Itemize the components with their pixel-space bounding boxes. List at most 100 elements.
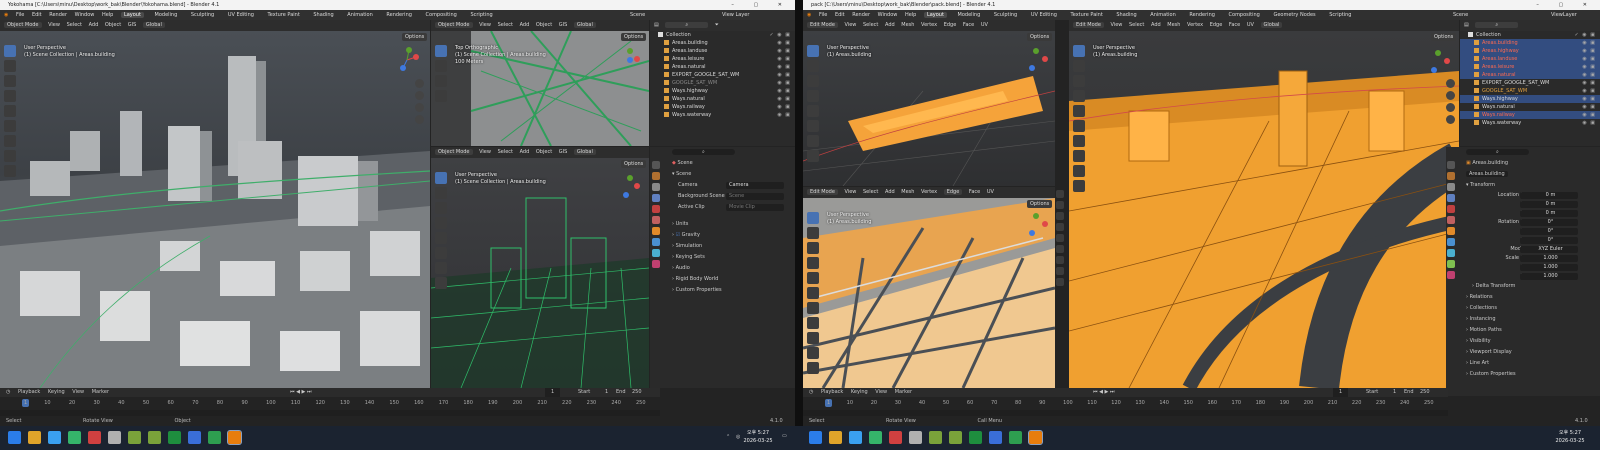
transform-row[interactable]: Mode XYZ Euler <box>1458 245 1600 254</box>
scene-selector[interactable]: Scene <box>1453 10 1468 20</box>
menu-object[interactable]: Object <box>536 149 552 155</box>
select-box-tool-icon[interactable] <box>4 45 16 57</box>
visibility-toggles[interactable]: ◉ ▣ <box>777 103 791 111</box>
cursor-tool-icon[interactable] <box>1073 60 1085 72</box>
transform-value[interactable]: 1.000 <box>1520 255 1578 262</box>
transform-value[interactable]: XYZ Euler <box>1520 246 1578 253</box>
object-panel[interactable]: › Delta Transform <box>1458 281 1600 292</box>
move-tool-icon[interactable] <box>1073 75 1085 87</box>
window-controls[interactable]: – ▢ ✕ <box>1536 0 1596 10</box>
visibility-toggles[interactable]: ✓ ◉ ▣ <box>1575 31 1596 39</box>
tool-tab-icon[interactable] <box>1447 161 1455 169</box>
navigation-gizmo-icon[interactable] <box>1023 212 1049 238</box>
annotate-tool-icon[interactable] <box>807 302 819 314</box>
playback-controls[interactable]: ⏮ ◀ ▶ ⏭ <box>1093 388 1114 397</box>
tool-tab-icon[interactable] <box>652 161 660 169</box>
excel-icon[interactable] <box>969 431 982 444</box>
panel-simulation[interactable]: › Simulation <box>664 241 795 252</box>
add-cube-tool-icon[interactable] <box>4 165 16 177</box>
extrude-tool-icon[interactable] <box>1073 165 1085 177</box>
menu-face[interactable]: Face <box>1229 22 1240 28</box>
menu-view[interactable]: View <box>845 22 857 28</box>
tab-sculpting[interactable]: Sculpting <box>991 12 1020 18</box>
options-button[interactable]: Options <box>1027 200 1053 208</box>
menu-object[interactable]: Object <box>536 22 552 28</box>
transform-row[interactable]: Y1.000 <box>1458 263 1600 272</box>
move-tool-icon[interactable] <box>4 75 16 87</box>
panel-custom-properties[interactable]: › Custom Properties <box>664 285 795 296</box>
panel-keying-sets[interactable]: › Keying Sets <box>664 252 795 263</box>
viewport-edit-main[interactable]: User Perspective (1) Areas.building Opti… <box>1069 31 1459 388</box>
panel-rigid-body-world[interactable]: › Rigid Body World <box>664 274 795 285</box>
outliner-item[interactable]: EXPORT_GOOGLE_SAT_WM ◉ ▣ <box>1460 79 1600 87</box>
render-tab-icon[interactable] <box>652 172 660 180</box>
camera-view-icon[interactable] <box>1446 103 1455 112</box>
object-panel[interactable]: › Instancing <box>1458 314 1600 325</box>
menu-edge[interactable]: Edge <box>944 22 957 28</box>
transform-value[interactable]: 0° <box>1520 237 1578 244</box>
viewport-top-ortho[interactable]: Top Orthographic (1) Scene Collection | … <box>431 31 649 146</box>
tab-layout[interactable]: Layout <box>120 12 144 18</box>
menu-keying[interactable]: Keying <box>48 389 65 395</box>
menu-render[interactable]: Render <box>852 12 870 18</box>
options-button[interactable]: Options <box>1431 33 1457 41</box>
menu-marker[interactable]: Marker <box>895 389 912 395</box>
tab-compositing[interactable]: Compositing <box>423 12 460 18</box>
material-tab-icon[interactable] <box>1447 271 1455 279</box>
transform-row[interactable]: Y0° <box>1458 227 1600 236</box>
clock-right[interactable]: 오후 5:27 2026-03-25 <box>1550 429 1590 445</box>
inset-faces-icon[interactable] <box>1056 201 1064 209</box>
shrink-fatten-icon[interactable] <box>1056 278 1064 286</box>
outliner-display-mode-icon[interactable]: ▤ <box>654 22 659 28</box>
menu-uv[interactable]: UV <box>1247 22 1254 28</box>
rotate-tool-icon[interactable] <box>807 90 819 102</box>
world-tab-icon[interactable] <box>1447 216 1455 224</box>
gravity-checkbox[interactable]: ☑ <box>676 232 680 238</box>
select-box-tool-icon[interactable] <box>807 212 819 224</box>
transform-value[interactable]: 0° <box>1520 219 1578 226</box>
camera-value[interactable]: Camera <box>726 182 784 189</box>
tab-shading[interactable]: Shading <box>310 12 336 18</box>
object-tab-icon[interactable] <box>1447 227 1455 235</box>
menu-window[interactable]: Window <box>878 12 898 18</box>
outliner-item[interactable]: Ways.highway ◉ ▣ <box>650 87 795 95</box>
visibility-toggles[interactable]: ◉ ▣ <box>777 95 791 103</box>
bevel-tool-icon[interactable] <box>807 362 819 374</box>
viewport-wireframe-green[interactable]: User Perspective (1) Scene Collection | … <box>431 158 649 388</box>
visibility-toggles[interactable]: ◉ ▣ <box>777 87 791 95</box>
menu-view[interactable]: View <box>479 22 491 28</box>
visibility-toggles[interactable]: ◉ ▣ <box>1582 119 1596 127</box>
menu-add[interactable]: Add <box>89 22 99 28</box>
bevel-icon[interactable] <box>1056 212 1064 220</box>
select-box-tool-icon[interactable] <box>1073 45 1085 57</box>
menu-mesh[interactable]: Mesh <box>901 22 914 28</box>
blender-logo-icon[interactable]: ◉ <box>4 12 8 18</box>
rotate-tool-icon[interactable] <box>435 90 447 102</box>
properties-search[interactable]: ⌕ <box>672 149 735 155</box>
scene-tab-icon[interactable] <box>1447 205 1455 213</box>
current-frame-field[interactable]: 1 <box>1333 388 1349 397</box>
transform-row[interactable]: Z1.000 <box>1458 272 1600 281</box>
qgis-icon[interactable] <box>929 431 942 444</box>
start-icon[interactable] <box>8 431 21 444</box>
transform-orientation[interactable]: Global <box>142 22 165 28</box>
visibility-toggles[interactable]: ◉ ▣ <box>1582 103 1596 111</box>
timeline-editor-icon[interactable]: ◷ <box>809 389 813 395</box>
start-value[interactable]: 1 <box>605 388 608 397</box>
tab-modeling[interactable]: Modeling <box>955 12 984 18</box>
outliner-item[interactable]: Areas.natural ◉ ▣ <box>1460 71 1600 79</box>
object-panel[interactable]: › Custom Properties <box>1458 369 1600 380</box>
qgis-icon[interactable] <box>128 431 141 444</box>
menu-add[interactable]: Add <box>885 22 895 28</box>
object-panel[interactable]: › Collections <box>1458 303 1600 314</box>
tray-chevron-icon[interactable]: ⌃ <box>726 434 730 440</box>
scale-tool-icon[interactable] <box>4 105 16 117</box>
transform-tool-icon[interactable] <box>435 247 447 259</box>
end-value[interactable]: 250 <box>1420 388 1430 397</box>
outliner-item[interactable]: Areas.leisure ◉ ▣ <box>1460 63 1600 71</box>
transform-tool-icon[interactable] <box>1073 120 1085 132</box>
menu-select[interactable]: Select <box>67 22 82 28</box>
data-tab-icon[interactable] <box>1447 260 1455 268</box>
outliner-item[interactable]: GOOGLE_SAT_WM ◉ ▣ <box>650 79 795 87</box>
menu-file[interactable]: File <box>819 12 827 18</box>
